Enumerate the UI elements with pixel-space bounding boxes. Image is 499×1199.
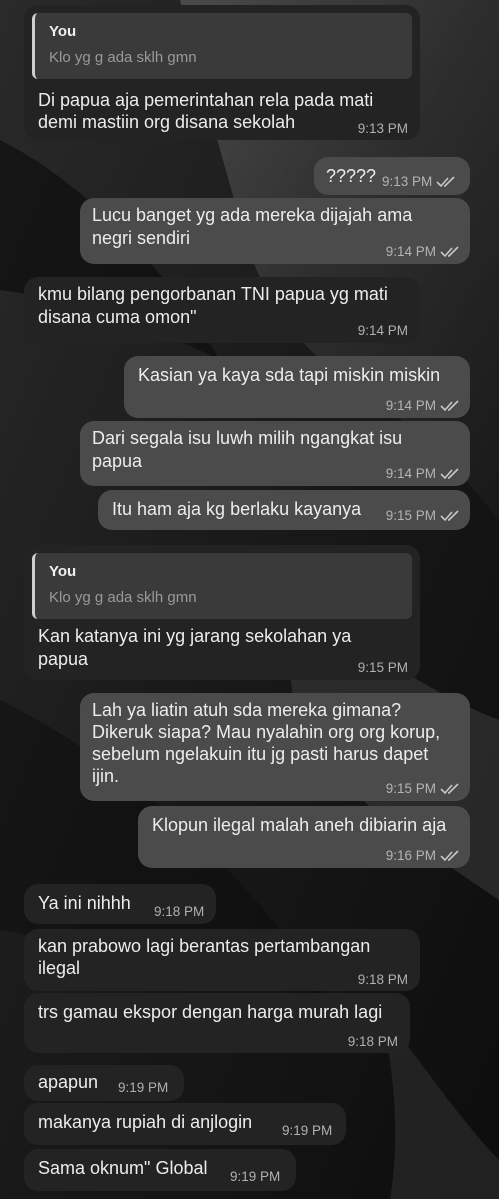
message-text-line: Kasian ya kaya sda tapi miskin miskin: [138, 365, 441, 385]
reply-quoted-text: Klo yg g ada sklh gmn: [49, 589, 197, 606]
message-time: 9:15 PM: [385, 508, 436, 523]
message-text-line: demi mastiin org disana sekolah: [38, 112, 296, 132]
message-meta: 9:15 PM: [386, 508, 460, 523]
message-time: 9:19 PM: [282, 1123, 333, 1138]
message-text-line: Lah ya liatin atuh sda mereka gimana?: [92, 700, 402, 720]
message-text-line: ?????: [326, 166, 377, 186]
message-time: 9:14 PM: [357, 323, 408, 338]
message-meta: 9:14 PM: [386, 398, 460, 413]
message-text-line: Di papua aja pemerintahan rela pada mati: [38, 90, 374, 110]
message-meta: 9:15 PM: [386, 781, 460, 796]
reply-quoted-text: Klo yg g ada sklh gmn: [49, 49, 197, 66]
message-text-line: papua: [38, 649, 89, 669]
message-text-line: apapun: [38, 1072, 99, 1092]
message-time: 9:13 PM: [357, 121, 408, 136]
message-text-line: ilegal: [38, 958, 81, 978]
double-check-icon: [440, 849, 459, 861]
message-time: 9:14 PM: [385, 466, 436, 481]
reply-quote[interactable]: You Klo yg g ada sklh gmn: [32, 13, 412, 79]
incoming-message[interactable]: Ya ini nihhh 9:18 PM: [24, 884, 216, 924]
message-time: 9:16 PM: [385, 848, 436, 863]
message-time: 9:19 PM: [230, 1169, 281, 1184]
outgoing-message[interactable]: ????? 9:13 PM: [314, 157, 470, 195]
outgoing-message[interactable]: Lah ya liatin atuh sda mereka gimana? Di…: [80, 693, 470, 801]
message-text-line: Itu ham aja kg berlaku kayanya: [112, 499, 362, 519]
reply-quote[interactable]: You Klo yg g ada sklh gmn: [32, 553, 412, 619]
outgoing-message[interactable]: Lucu banget yg ada mereka dijajah ama ne…: [80, 198, 470, 264]
outgoing-message[interactable]: Kasian ya kaya sda tapi miskin miskin 9:…: [124, 356, 470, 418]
incoming-message[interactable]: Sama oknum" Global 9:19 PM: [24, 1149, 296, 1191]
incoming-message[interactable]: kmu bilang pengorbanan TNI papua yg mati…: [24, 277, 420, 343]
incoming-message[interactable]: trs gamau ekspor dengan harga murah lagi…: [24, 993, 410, 1053]
message-meta: 9:14 PM: [386, 466, 460, 481]
message-text-line: disana cuma omon": [38, 307, 197, 327]
incoming-message[interactable]: You Klo yg g ada sklh gmn Kan katanya in…: [24, 545, 420, 680]
message-meta: 9:13 PM: [382, 174, 456, 189]
double-check-icon: [436, 175, 455, 187]
message-time: 9:14 PM: [385, 244, 436, 259]
message-meta: 9:14 PM: [386, 244, 460, 259]
message-time: 9:13 PM: [382, 174, 433, 189]
message-text-line: Kan katanya ini yg jarang sekolahan ya: [38, 626, 352, 646]
reply-sender-name: You: [49, 23, 77, 40]
message-text-line: trs gamau ekspor dengan harga murah lagi: [38, 1002, 383, 1022]
double-check-icon: [440, 509, 459, 521]
message-time: 9:18 PM: [154, 904, 205, 919]
double-check-icon: [440, 782, 459, 794]
incoming-message[interactable]: You Klo yg g ada sklh gmn Di papua aja p…: [24, 5, 420, 140]
incoming-message[interactable]: kan prabowo lagi berantas pertambangan i…: [24, 929, 420, 991]
double-check-icon: [440, 245, 459, 257]
message-text-line: ijin.: [92, 766, 120, 786]
incoming-message[interactable]: makanya rupiah di anjlogin 9:19 PM: [24, 1103, 346, 1145]
message-text-line: Dari segala isu luwh milih ngangkat isu: [92, 428, 403, 448]
message-time: 9:19 PM: [118, 1080, 169, 1095]
message-text-line: negri sendiri: [92, 228, 191, 248]
message-text-line: kan prabowo lagi berantas pertambangan: [38, 936, 371, 956]
reply-sender-name: You: [49, 563, 77, 580]
message-text-line: Dikeruk siapa? Mau nyalahin org org koru…: [92, 722, 441, 742]
outgoing-message[interactable]: Klopun ilegal malah aneh dibiarin aja 9:…: [138, 806, 470, 868]
message-text-line: papua: [92, 451, 143, 471]
message-time: 9:18 PM: [347, 1034, 398, 1049]
message-text-line: Klopun ilegal malah aneh dibiarin aja: [152, 815, 447, 835]
outgoing-message[interactable]: Itu ham aja kg berlaku kayanya 9:15 PM: [98, 490, 470, 530]
double-check-icon: [440, 399, 459, 411]
message-time: 9:15 PM: [385, 781, 436, 796]
message-text-line: Ya ini nihhh: [38, 893, 131, 913]
message-text-line: Sama oknum" Global: [38, 1158, 208, 1178]
message-meta: 9:16 PM: [386, 848, 460, 863]
message-time: 9:15 PM: [357, 660, 408, 675]
message-text-line: Lucu banget yg ada mereka dijajah ama: [92, 205, 413, 225]
incoming-message[interactable]: apapun 9:19 PM: [24, 1065, 184, 1101]
double-check-icon: [440, 467, 459, 479]
message-text-line: sebelum ngelakuin itu jg pasti harus dap…: [92, 744, 429, 764]
message-text-line: makanya rupiah di anjlogin: [38, 1112, 253, 1132]
message-time: 9:14 PM: [385, 398, 436, 413]
outgoing-message[interactable]: Dari segala isu luwh milih ngangkat isu …: [80, 421, 470, 486]
message-text-line: kmu bilang pengorbanan TNI papua yg mati: [38, 284, 388, 304]
message-time: 9:18 PM: [357, 972, 408, 987]
